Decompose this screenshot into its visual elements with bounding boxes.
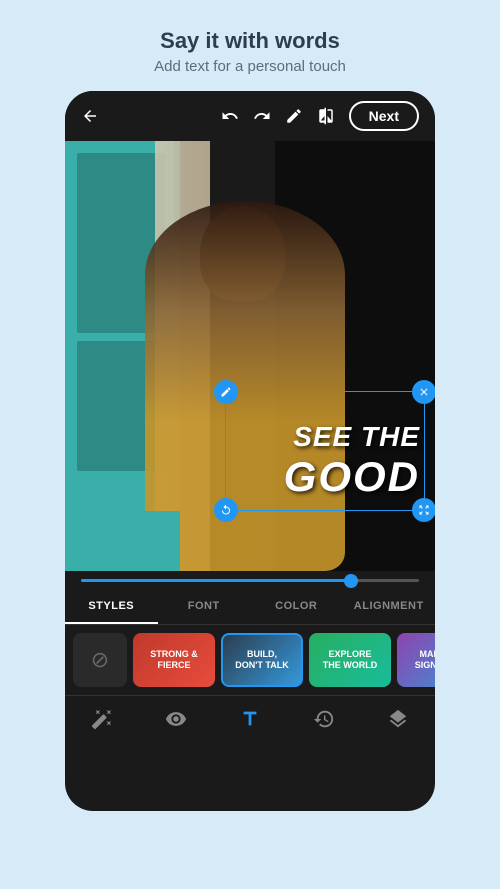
layers-icon[interactable] (387, 708, 409, 730)
history-icon[interactable] (313, 708, 335, 730)
redo-button[interactable] (253, 107, 271, 125)
image-area: SEE THE GOOD (65, 141, 435, 571)
phone-frame: Next (65, 91, 435, 811)
bottom-toolbar (65, 695, 435, 744)
text-icon[interactable] (239, 708, 261, 730)
page-title: Say it with words (154, 28, 346, 54)
top-bar-left (81, 107, 99, 125)
preset-strong-fierce[interactable]: STRONG &FIERCE (133, 633, 215, 687)
slider-area[interactable] (65, 571, 435, 590)
slider-thumb[interactable] (344, 574, 358, 588)
preset-make-it[interactable]: MAKE ITSIGNIFIC... (397, 633, 435, 687)
scale-handle[interactable] (412, 498, 435, 522)
preset-label-strong: STRONG &FIERCE (148, 647, 200, 673)
photo-background: SEE THE GOOD (65, 141, 435, 571)
page-subtitle: Add text for a personal touch (154, 58, 346, 75)
edit-text-button[interactable] (285, 107, 303, 125)
presets-row: ⊘ STRONG &FIERCE BUILD,DON'T TALK EXPLOR… (65, 625, 435, 695)
top-bar: Next (65, 91, 435, 141)
close-handle[interactable] (412, 380, 435, 404)
preset-build-dont-talk[interactable]: BUILD,DON'T TALK (221, 633, 303, 687)
preset-none[interactable]: ⊘ (73, 633, 127, 687)
style-tabs: STYLES FONT COLOR ALIGNMENT (65, 590, 435, 625)
edit-handle[interactable] (214, 380, 238, 404)
header-section: Say it with words Add text for a persona… (154, 28, 346, 75)
next-button[interactable]: Next (349, 101, 419, 131)
top-bar-icons: Next (221, 101, 419, 131)
preset-label-make: MAKE ITSIGNIFIC... (413, 647, 435, 673)
bottom-teal-area (65, 511, 180, 571)
eye-icon[interactable] (165, 708, 187, 730)
overlay-text[interactable]: SEE THE GOOD (284, 421, 420, 501)
wand-icon[interactable] (91, 708, 113, 730)
overlay-line1: SEE THE (284, 421, 420, 453)
tab-styles[interactable]: STYLES (65, 590, 158, 624)
rotate-handle[interactable] (214, 498, 238, 522)
preset-explore-world[interactable]: EXPLORETHE WORLD (309, 633, 391, 687)
preset-label-explore: EXPLORETHE WORLD (321, 647, 380, 673)
preset-label-build: BUILD,DON'T TALK (233, 647, 290, 673)
text-overlay[interactable]: SEE THE GOOD (225, 391, 425, 511)
tab-color[interactable]: COLOR (250, 590, 343, 624)
tab-font[interactable]: FONT (158, 590, 251, 624)
overlay-line2: GOOD (284, 453, 420, 501)
tab-alignment[interactable]: ALIGNMENT (343, 590, 436, 624)
undo-button[interactable] (221, 107, 239, 125)
compare-button[interactable] (317, 107, 335, 125)
back-button[interactable] (81, 107, 99, 125)
slider-fill (81, 579, 351, 582)
slider-track[interactable] (81, 579, 419, 582)
